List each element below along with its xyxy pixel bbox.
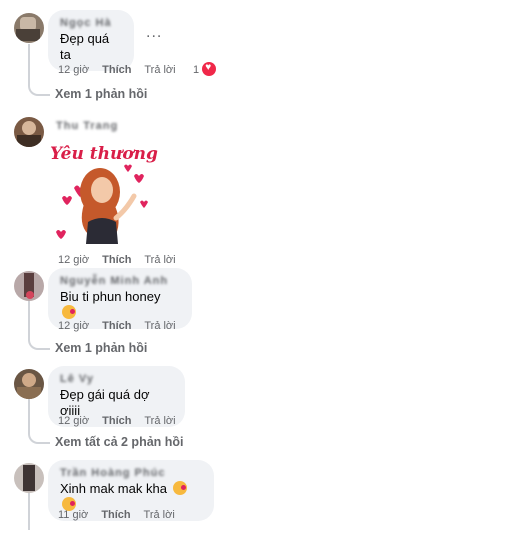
reaction-count-value: 1 [193,64,200,76]
comment-text: Biu ti phun honey [60,289,180,321]
thread-line [28,490,30,530]
sticker-text: Yêu thương [50,144,158,164]
reply-button[interactable]: Trả lời [144,509,175,521]
avatar[interactable] [14,271,44,301]
comment-author[interactable]: Ngọc Hà [60,17,122,29]
comment-text: Đẹp quá ta [60,31,110,62]
comment-author[interactable]: Thu Trang [56,120,118,132]
comment-time[interactable]: 12 giờ [58,254,89,266]
reply-connector [28,430,50,444]
reply-button[interactable]: Trả lời [144,320,175,332]
avatar[interactable] [14,463,44,493]
reply-connector [28,82,50,96]
comment-text-value: Xinh mak mak kha [60,481,167,496]
thread-line [28,44,30,82]
comment-time[interactable]: 11 giờ [58,509,88,521]
comment-time[interactable]: 12 giờ [58,415,89,427]
comment-time[interactable]: 12 giờ [58,320,89,332]
comment-author[interactable]: Nguyễn Minh Anh [60,275,180,287]
comment-actions: 11 giờ Thích Trả lời [58,509,185,521]
comment-actions: 12 giờ Thích Trả lời [58,64,186,76]
like-button[interactable]: Thích [102,254,131,266]
view-replies-link[interactable]: Xem 1 phản hồi [55,341,147,355]
like-button[interactable]: Thích [101,509,130,521]
avatar[interactable] [14,369,44,399]
comment-time[interactable]: 12 giờ [58,64,89,76]
reply-button[interactable]: Trả lời [144,64,175,76]
view-replies-link[interactable]: Xem tất cả 2 phản hồi [55,435,184,449]
view-replies-link[interactable]: Xem 1 phản hồi [55,87,147,101]
more-options-icon[interactable]: ... [146,24,162,42]
like-button[interactable]: Thích [102,415,131,427]
comment-author[interactable]: Trần Hoàng Phúc [60,467,202,479]
like-button[interactable]: Thích [102,64,131,76]
reaction-count[interactable]: 1 [193,62,217,76]
kiss-emoji-icon [62,305,76,319]
kiss-emoji-icon [172,481,187,495]
comment-author[interactable]: Lê Vy [60,373,173,385]
thread-line [28,395,30,430]
comment-actions: 12 giờ Thích Trả lời [58,254,186,266]
thread-line [28,300,30,336]
comment-actions: 12 giờ Thích Trả lời [58,320,186,332]
like-button[interactable]: Thích [102,320,131,332]
reply-connector [28,336,50,350]
comment-bubble: Ngọc Hà Đẹp quá ta [48,10,134,71]
avatar[interactable] [14,117,44,147]
love-sticker: Yêu thương [48,144,158,246]
reply-button[interactable]: Trả lời [144,415,175,427]
heart-icon [202,62,217,76]
reply-button[interactable]: Trả lời [144,254,175,266]
comment-actions: 12 giờ Thích Trả lời [58,415,186,427]
avatar[interactable] [14,13,44,43]
comment-text-value: Biu ti phun honey [60,289,161,304]
